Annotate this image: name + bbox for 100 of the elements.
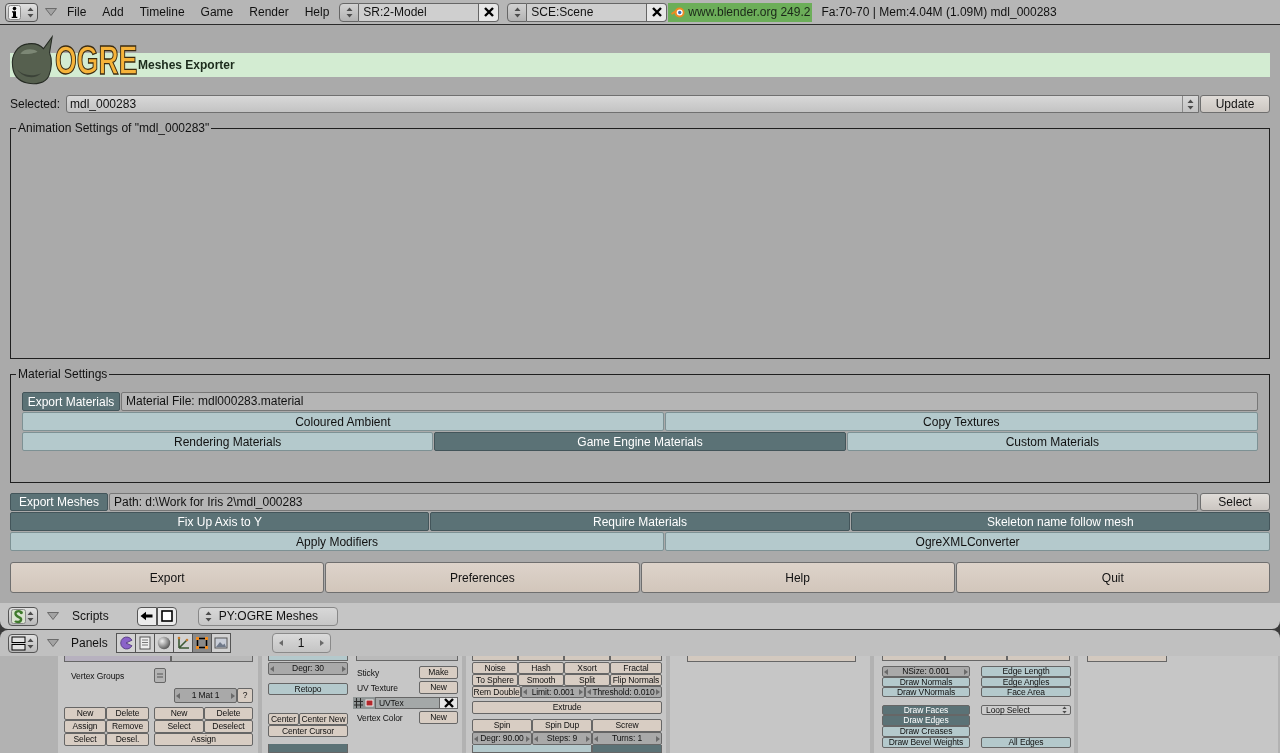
number-field[interactable]: Turns: 1 <box>592 732 662 745</box>
clipped-button[interactable] <box>687 656 856 662</box>
toggle-button[interactable]: Export Materials <box>22 392 120 411</box>
triangle-icon[interactable] <box>47 639 59 647</box>
number-field[interactable]: 1 Mat 1 <box>174 688 237 703</box>
menu-item[interactable]: Help <box>296 2 338 22</box>
panel-tab[interactable] <box>134 633 155 653</box>
tool-button[interactable]: Split <box>564 674 610 686</box>
tool-button[interactable]: New <box>419 681 458 694</box>
toggle-button[interactable]: Edge Length <box>981 666 1071 677</box>
action-button[interactable]: Quit <box>955 562 1270 593</box>
fullscreen-button[interactable] <box>156 606 177 626</box>
number-field[interactable]: NSize: 0.001 <box>882 666 970 677</box>
editor-type-menu[interactable] <box>5 2 38 22</box>
left-arrow-icon[interactable] <box>523 689 527 695</box>
material-file-field[interactable]: Material File: mdl000283.material <box>121 392 1258 411</box>
action-button[interactable]: Help <box>640 562 955 593</box>
left-arrow-icon[interactable] <box>884 668 888 675</box>
clipped-button[interactable] <box>945 656 1007 661</box>
tool-button[interactable]: ? <box>237 688 253 703</box>
clipped-button[interactable] <box>472 656 518 661</box>
toggle-button[interactable]: OgreXMLConverter <box>665 532 1270 551</box>
select-button[interactable]: Select <box>1200 493 1270 511</box>
menu-item[interactable]: Game <box>192 2 242 22</box>
tool-button[interactable]: Center New <box>299 713 348 725</box>
clipped-button[interactable] <box>518 656 564 661</box>
toggle-button[interactable]: All Edges <box>981 737 1071 748</box>
clipped-button[interactable] <box>592 745 662 753</box>
uv-layer-field[interactable]: UVTex <box>375 697 440 709</box>
clipped-button[interactable] <box>171 656 253 662</box>
triangle-icon[interactable] <box>45 8 57 16</box>
tool-button[interactable]: New <box>419 711 458 724</box>
back-button[interactable] <box>136 606 157 626</box>
number-field[interactable]: Steps: 9 <box>532 732 592 745</box>
right-arrow-icon[interactable] <box>656 735 660 742</box>
tool-button[interactable]: Fractal <box>610 662 662 674</box>
toggle-button[interactable]: Draw VNormals <box>882 687 970 697</box>
dropdown-menu[interactable]: Loop Select <box>981 705 1071 715</box>
editor-type-menu[interactable] <box>8 606 38 626</box>
clipped-button[interactable] <box>564 656 610 661</box>
screen-name-field[interactable]: SR:2-Model <box>359 2 480 22</box>
right-arrow-icon[interactable] <box>231 692 235 699</box>
left-arrow-icon[interactable] <box>594 735 598 742</box>
toggle-button[interactable]: Rendering Materials <box>22 432 434 451</box>
menu-button[interactable] <box>154 668 166 683</box>
frame-number-field[interactable]: 1 <box>271 633 331 653</box>
clipped-button[interactable] <box>268 744 348 753</box>
number-field[interactable]: Degr: 30 <box>268 662 348 675</box>
clipped-button[interactable] <box>1087 656 1167 662</box>
path-field[interactable]: Path: d:\Work for Iris 2\mdl_000283 <box>109 493 1198 511</box>
tool-button[interactable]: New <box>154 707 204 720</box>
tool-button[interactable]: Rem Double <box>472 686 521 698</box>
tool-button[interactable]: Assign <box>154 733 253 746</box>
toggle-button[interactable]: Fix Up Axis to Y <box>10 512 430 531</box>
left-arrow-icon[interactable] <box>278 640 283 646</box>
toggle-button[interactable]: Game Engine Materials <box>434 432 846 451</box>
toggle-button[interactable]: Copy Textures <box>664 412 1258 431</box>
toggle-button[interactable]: Require Materials <box>430 512 850 531</box>
tool-button[interactable]: Remove <box>106 720 149 733</box>
triangle-icon[interactable] <box>47 612 59 620</box>
right-arrow-icon[interactable] <box>319 640 324 646</box>
left-arrow-icon[interactable] <box>534 735 538 742</box>
toggle-button[interactable]: Face Area <box>981 687 1071 697</box>
right-arrow-icon[interactable] <box>526 735 530 742</box>
delete-button[interactable] <box>479 2 500 22</box>
toggle-button[interactable]: Coloured Ambient <box>22 412 664 431</box>
menu-item[interactable]: Render <box>241 2 297 22</box>
toggle-button[interactable]: Draw Creases <box>882 726 970 737</box>
tool-button[interactable]: Center <box>268 713 299 725</box>
tool-button[interactable]: Make <box>419 666 458 679</box>
clipped-button[interactable] <box>472 745 592 753</box>
clipped-button[interactable] <box>1007 656 1070 661</box>
tool-button[interactable]: Delete <box>106 707 149 720</box>
menu-item[interactable]: File <box>59 2 95 22</box>
tool-button[interactable]: Spin <box>472 719 532 732</box>
menu-item[interactable]: Panels <box>71 633 108 653</box>
number-field[interactable]: Limit: 0.001 <box>521 686 585 698</box>
right-arrow-icon[interactable] <box>964 668 968 675</box>
action-button[interactable]: Preferences <box>325 562 640 593</box>
tool-button[interactable]: Screw <box>592 719 662 732</box>
toggle-button[interactable]: Skeleton name follow mesh <box>850 512 1270 531</box>
tool-button[interactable]: Noise <box>472 662 518 674</box>
right-arrow-icon[interactable] <box>342 665 346 672</box>
toggle-button[interactable]: Draw Edges <box>882 715 970 726</box>
toggle-button[interactable]: Apply Modifiers <box>10 532 665 551</box>
number-field[interactable]: Degr: 90.00 <box>472 732 532 745</box>
tool-button[interactable]: Hash <box>518 662 564 674</box>
object-menu[interactable]: mdl_000283 <box>66 95 1199 113</box>
number-field[interactable]: Threshold: 0.010 <box>585 686 662 698</box>
script-menu[interactable]: PY:OGRE Meshes <box>197 606 338 626</box>
tool-button[interactable]: Delete <box>204 707 253 720</box>
clipped-button[interactable] <box>610 656 662 661</box>
tool-button[interactable]: Spin Dup <box>532 719 592 732</box>
toggle-button[interactable]: Custom Materials <box>846 432 1258 451</box>
panel-tab[interactable] <box>191 633 212 653</box>
delete-button[interactable] <box>440 697 458 709</box>
tool-button[interactable]: Assign <box>64 720 106 733</box>
left-arrow-icon[interactable] <box>270 665 274 672</box>
left-arrow-icon[interactable] <box>176 692 180 699</box>
delete-button[interactable] <box>647 2 668 22</box>
